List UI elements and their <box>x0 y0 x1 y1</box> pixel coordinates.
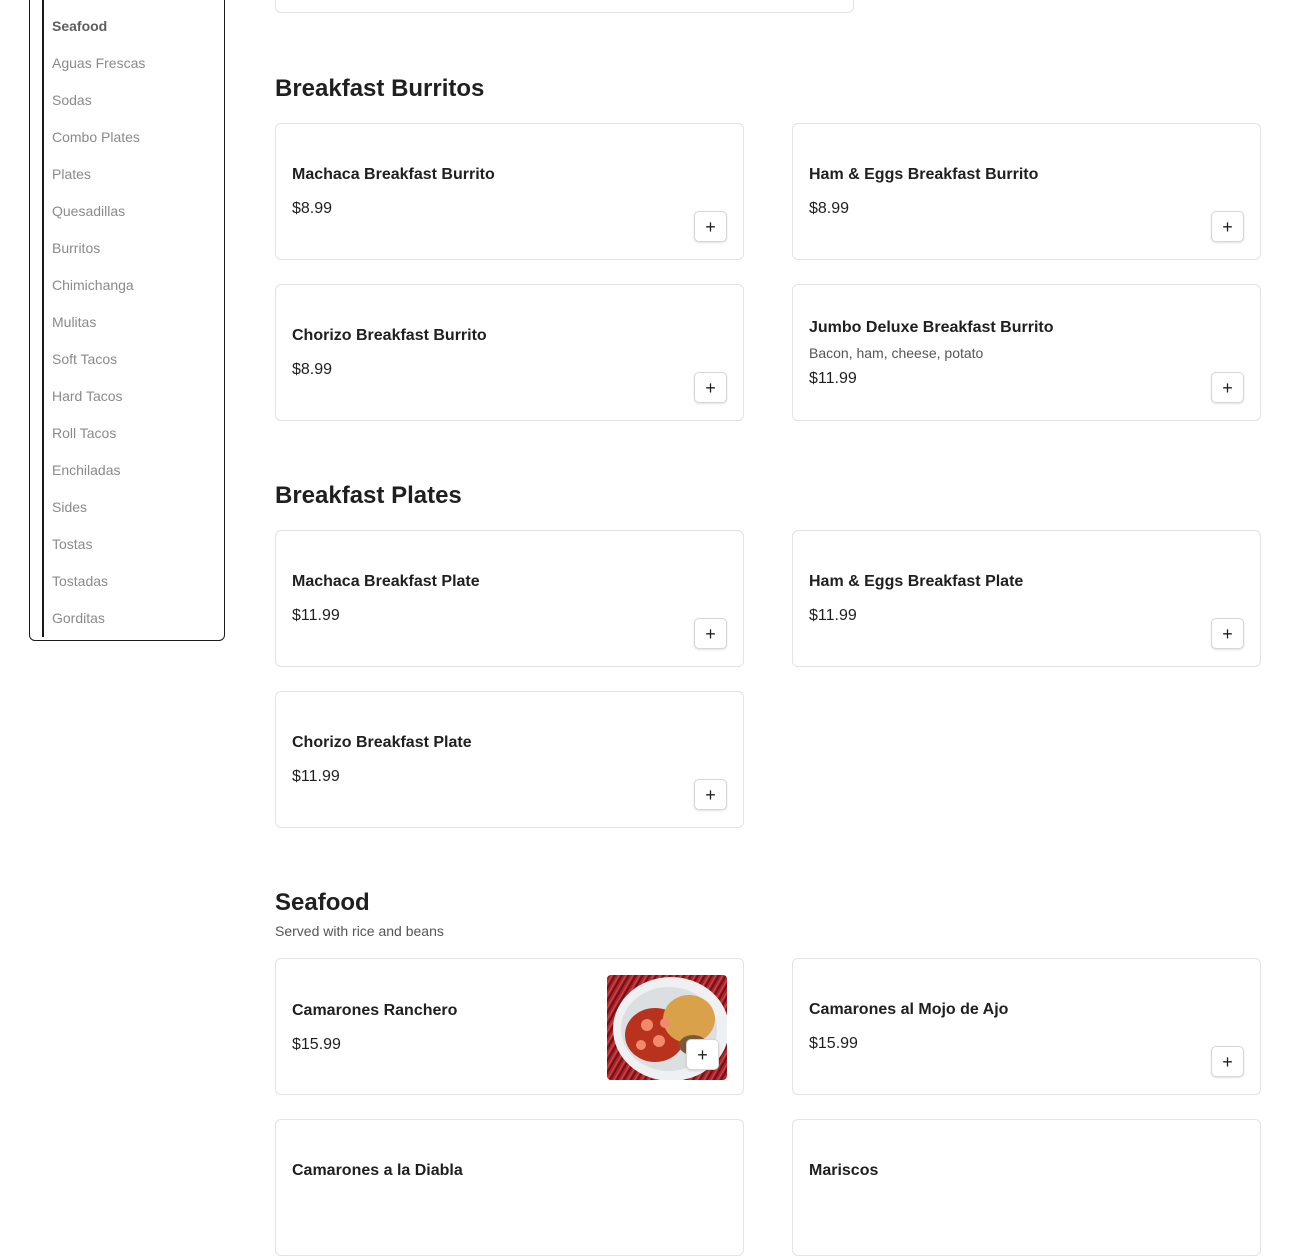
item-price: $15.99 <box>809 1035 858 1052</box>
add-to-cart-button[interactable]: + <box>686 1039 719 1070</box>
category-sidebar: Seafood Aguas Frescas Sodas Combo Plates… <box>29 0 225 641</box>
section-subtitle: Served with rice and beans <box>275 923 444 939</box>
item-price: $11.99 <box>809 370 857 387</box>
sidebar-item-aguas-frescas[interactable]: Aguas Frescas <box>52 54 145 91</box>
sidebar-item-burritos[interactable]: Burritos <box>52 239 145 276</box>
sidebar-item-roll-tacos[interactable]: Roll Tacos <box>52 424 145 461</box>
menu-item-card[interactable]: Machaca Breakfast Plate $11.99 + <box>275 530 744 667</box>
section-title: Seafood <box>275 889 370 916</box>
menu-item-card[interactable]: Ham & Eggs Breakfast Burrito $8.99 + <box>792 123 1261 260</box>
menu-item-card[interactable]: Chorizo Breakfast Plate $11.99 + <box>275 691 744 828</box>
add-to-cart-button[interactable]: + <box>694 372 727 403</box>
add-to-cart-button[interactable]: + <box>694 618 727 649</box>
item-name: Ham & Eggs Breakfast Plate <box>809 573 1024 590</box>
item-description: Bacon, ham, cheese, potato <box>809 345 984 361</box>
item-price: $8.99 <box>292 361 333 378</box>
sidebar-item-tostadas[interactable]: Tostadas <box>52 572 145 609</box>
item-name: Jumbo Deluxe Breakfast Burrito <box>809 319 1054 336</box>
item-name: Ham & Eggs Breakfast Burrito <box>809 166 1039 183</box>
item-name: Machaca Breakfast Burrito <box>292 166 495 183</box>
sidebar-item-soft-tacos[interactable]: Soft Tacos <box>52 350 145 387</box>
add-to-cart-button[interactable]: + <box>694 211 727 242</box>
section-breakfast-plates: Breakfast Plates Machaca Breakfast Plate… <box>275 481 1261 831</box>
section-seafood: Seafood Served with rice and beans Camar… <box>275 888 1261 1256</box>
menu-item-card[interactable]: Jumbo Deluxe Breakfast Burrito Bacon, ha… <box>792 284 1261 421</box>
plus-icon: + <box>1222 377 1233 398</box>
add-to-cart-button[interactable]: + <box>1211 618 1244 649</box>
menu-item-card[interactable]: Chorizo Breakfast Burrito $8.99 + <box>275 284 744 421</box>
sidebar-item-combo-plates[interactable]: Combo Plates <box>52 128 145 165</box>
sidebar-item-mulitas[interactable]: Mulitas <box>52 313 145 350</box>
sidebar-active-rail <box>42 0 44 637</box>
add-to-cart-button[interactable]: + <box>1211 1046 1244 1077</box>
plus-icon: + <box>705 216 716 237</box>
sidebar-item-tostas[interactable]: Tostas <box>52 535 145 572</box>
menu-item-card[interactable]: Camarones Ranchero $15.99 + <box>275 958 744 1095</box>
plus-icon: + <box>1222 216 1233 237</box>
item-price: $8.99 <box>292 200 333 217</box>
item-price: $11.99 <box>292 768 340 785</box>
add-to-cart-button[interactable]: + <box>694 779 727 810</box>
category-list: Seafood Aguas Frescas Sodas Combo Plates… <box>52 17 145 646</box>
item-name: Chorizo Breakfast Plate <box>292 734 472 751</box>
item-name: Camarones al Mojo de Ajo <box>809 1001 1009 1018</box>
item-name: Camarones a la Diabla <box>292 1162 463 1179</box>
sidebar-item-hard-tacos[interactable]: Hard Tacos <box>52 387 145 424</box>
item-price: $15.99 <box>292 1036 341 1053</box>
add-to-cart-button[interactable]: + <box>1211 372 1244 403</box>
menu-item-card[interactable]: Mariscos <box>792 1119 1261 1256</box>
item-name: Chorizo Breakfast Burrito <box>292 327 487 344</box>
menu-item-card[interactable]: Camarones al Mojo de Ajo $15.99 + <box>792 958 1261 1095</box>
sidebar-item-chimichanga[interactable]: Chimichanga <box>52 276 145 313</box>
menu-item-card[interactable]: Camarones a la Diabla <box>275 1119 744 1256</box>
shrimp-dish-photo[interactable]: + <box>607 975 727 1080</box>
item-name: Machaca Breakfast Plate <box>292 573 480 590</box>
sidebar-item-seafood[interactable]: Seafood <box>52 17 145 54</box>
item-name: Camarones Ranchero <box>292 1002 458 1019</box>
plus-icon: + <box>705 377 716 398</box>
plus-icon: + <box>697 1044 708 1065</box>
menu-item-card[interactable]: Machaca Breakfast Burrito $8.99 + <box>275 123 744 260</box>
plus-icon: + <box>705 784 716 805</box>
sidebar-item-gorditas[interactable]: Gorditas <box>52 609 145 646</box>
section-title: Breakfast Plates <box>275 482 462 509</box>
plus-icon: + <box>705 623 716 644</box>
item-price: $11.99 <box>809 607 857 624</box>
sidebar-item-enchiladas[interactable]: Enchiladas <box>52 461 145 498</box>
plus-icon: + <box>1222 623 1233 644</box>
section-breakfast-burritos: Breakfast Burritos Machaca Breakfast Bur… <box>275 74 1261 424</box>
sidebar-item-sodas[interactable]: Sodas <box>52 91 145 128</box>
sidebar-item-sides[interactable]: Sides <box>52 498 145 535</box>
menu-item-card[interactable]: Ham & Eggs Breakfast Plate $11.99 + <box>792 530 1261 667</box>
add-to-cart-button[interactable]: + <box>1211 211 1244 242</box>
item-price: $8.99 <box>809 200 850 217</box>
sidebar-item-quesadillas[interactable]: Quesadillas <box>52 202 145 239</box>
menu-item-card[interactable] <box>275 0 854 13</box>
item-name: Mariscos <box>809 1162 879 1179</box>
item-price: $11.99 <box>292 607 340 624</box>
sidebar-item-plates[interactable]: Plates <box>52 165 145 202</box>
section-title: Breakfast Burritos <box>275 75 485 102</box>
plus-icon: + <box>1222 1051 1233 1072</box>
